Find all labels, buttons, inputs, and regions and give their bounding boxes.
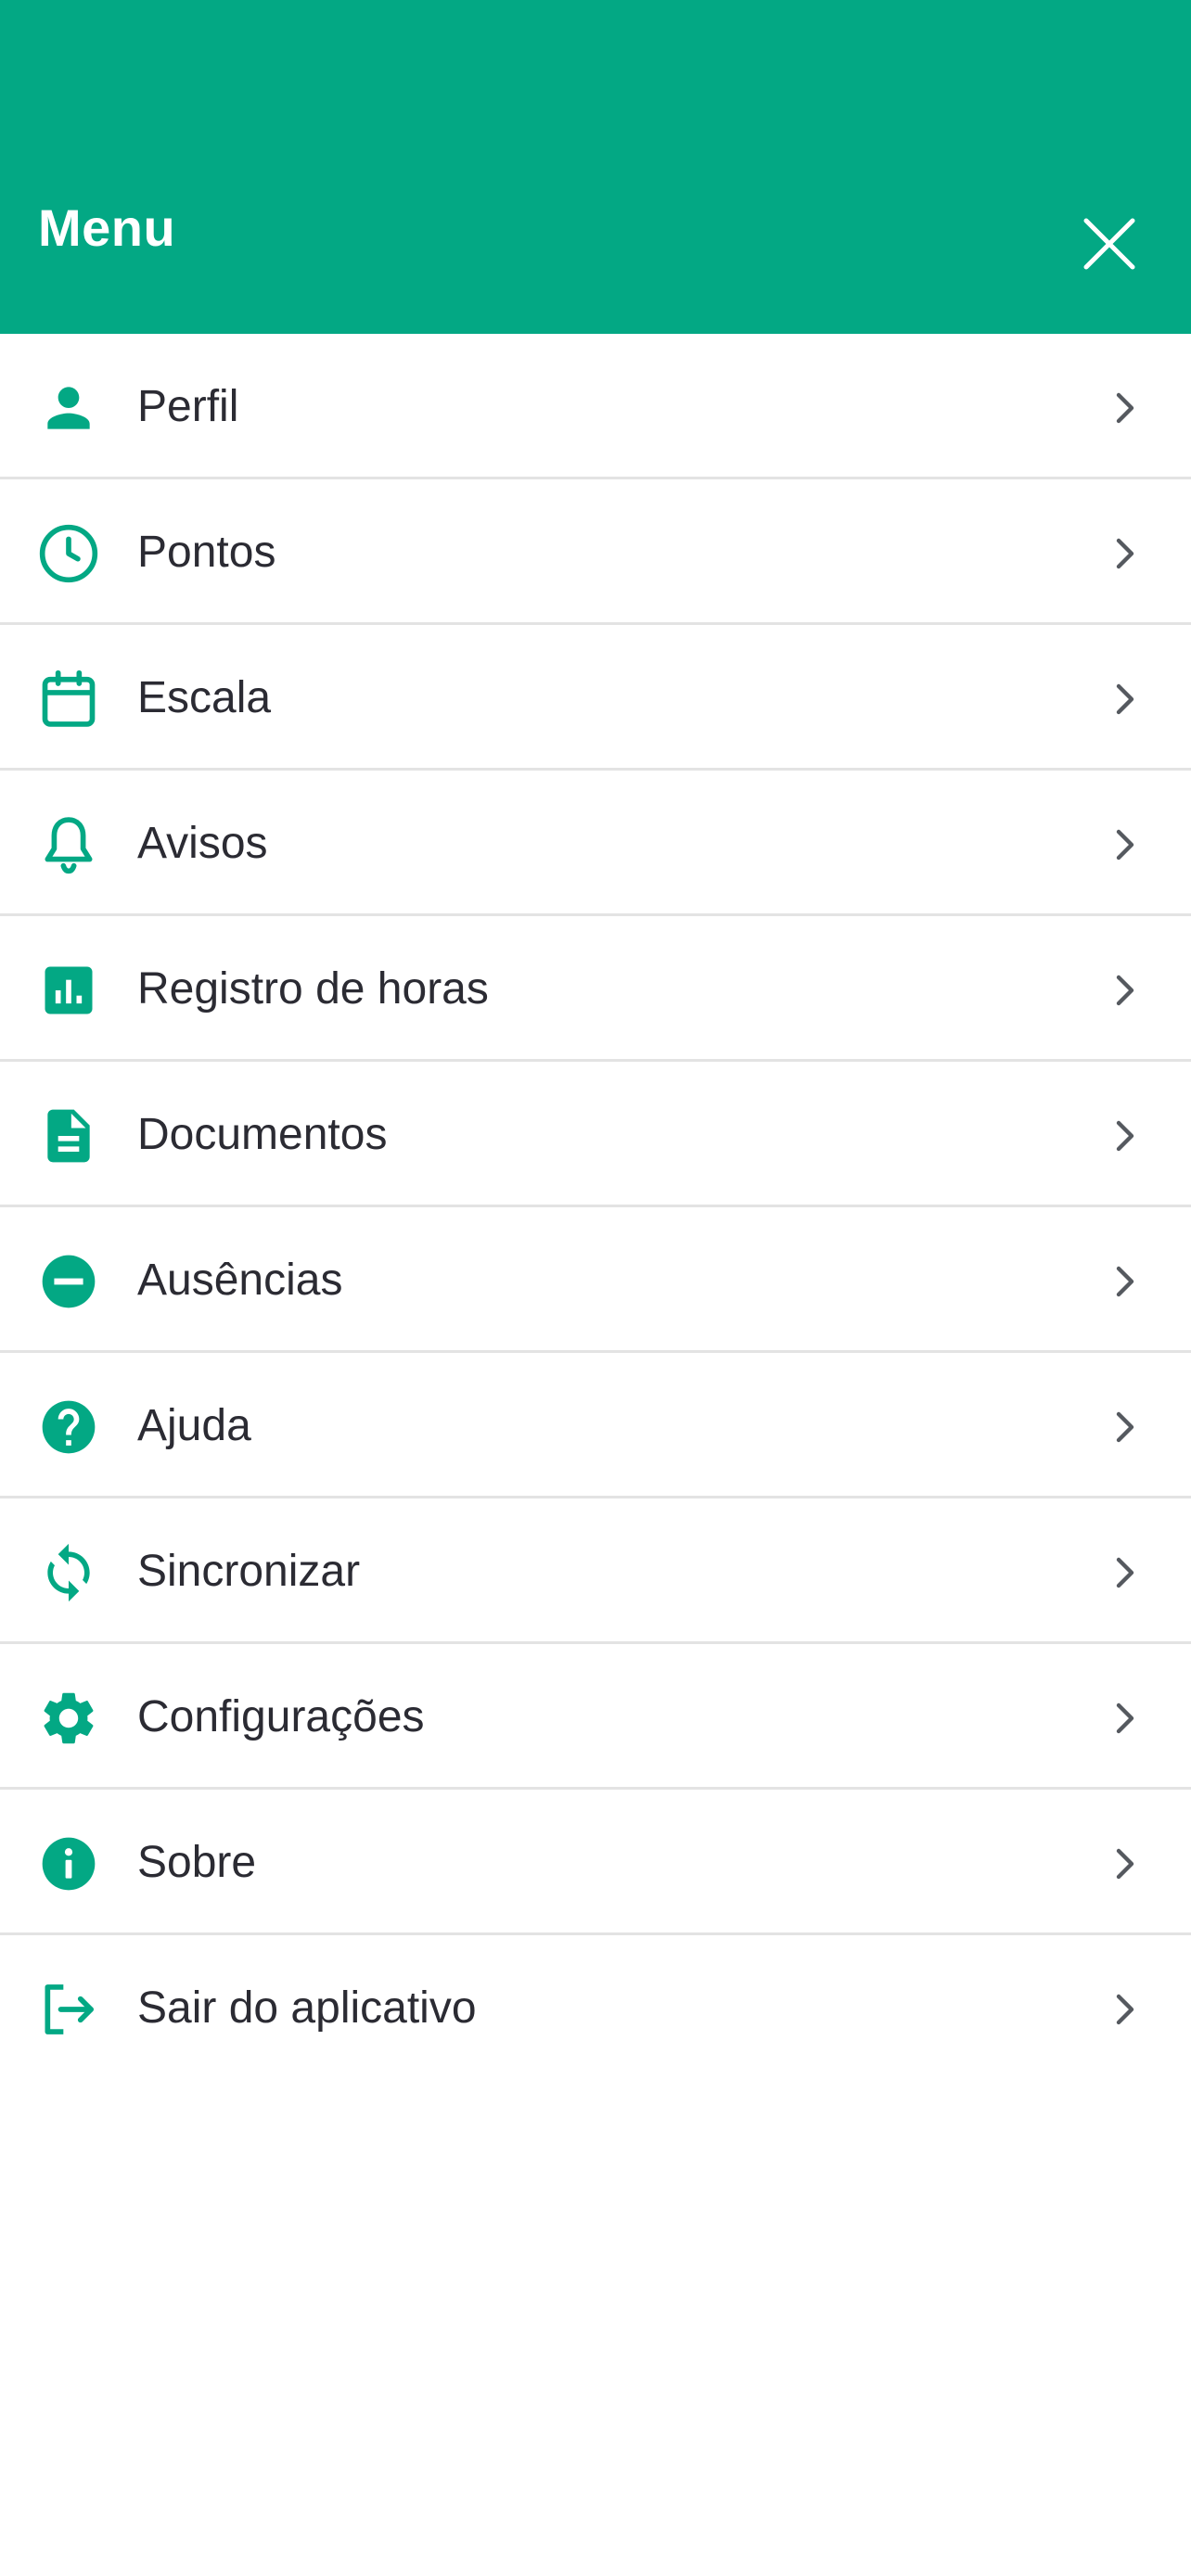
menu-item-configuracoes[interactable]: Configurações <box>0 1644 1191 1790</box>
menu-item-label: Documentos <box>137 1110 388 1159</box>
menu-item-escala[interactable]: Escala <box>0 625 1191 771</box>
menu-item-sincronizar[interactable]: Sincronizar <box>0 1498 1191 1644</box>
chevron-right-icon <box>1116 1120 1134 1152</box>
menu-item-label: Perfil <box>137 382 239 431</box>
menu-item-label: Sair do aplicativo <box>137 1983 477 2033</box>
chevron-right-icon <box>1116 683 1134 715</box>
menu-item-ausencias[interactable]: Ausências <box>0 1207 1191 1353</box>
gear-icon <box>44 1692 94 1744</box>
chevron-right-icon <box>1116 538 1134 569</box>
help-icon <box>42 1400 96 1454</box>
menu-item-label: Sobre <box>137 1838 257 1887</box>
app-header: Menu <box>0 0 1191 334</box>
document-icon <box>47 1109 90 1163</box>
menu-item-pontos[interactable]: Pontos <box>0 479 1191 625</box>
menu-item-ajuda[interactable]: Ajuda <box>0 1353 1191 1498</box>
menu-item-documentos[interactable]: Documentos <box>0 1062 1191 1207</box>
menu-item-label: Ausências <box>137 1256 343 1305</box>
menu-list: Perfil Pontos Escala Avisos Registro de … <box>0 334 1191 2078</box>
bell-icon <box>45 817 93 874</box>
menu-item-label: Configurações <box>137 1692 425 1741</box>
menu-item-label: Sincronizar <box>137 1547 361 1596</box>
menu-item-sair-do-aplicativo[interactable]: Sair do aplicativo <box>0 1935 1191 2078</box>
chevron-right-icon <box>1116 829 1134 861</box>
menu-item-label: Escala <box>137 673 272 722</box>
calendar-icon <box>42 670 96 727</box>
chevron-right-icon <box>1116 392 1134 424</box>
logout-icon <box>45 1984 94 2034</box>
chevron-right-icon <box>1116 975 1134 1006</box>
chevron-right-icon <box>1116 1557 1134 1588</box>
minus-circle-icon <box>42 1255 96 1308</box>
menu-item-sobre[interactable]: Sobre <box>0 1790 1191 1935</box>
chevron-right-icon <box>1116 1266 1134 1297</box>
clock-icon <box>39 524 98 583</box>
menu-item-perfil[interactable]: Perfil <box>0 334 1191 479</box>
close-icon <box>1083 218 1135 270</box>
chevron-right-icon <box>1116 1702 1134 1734</box>
menu-item-label: Ajuda <box>137 1401 251 1450</box>
menu-item-registro-de-horas[interactable]: Registro de horas <box>0 916 1191 1062</box>
page-title: Menu <box>38 198 176 257</box>
menu-item-label: Avisos <box>137 819 268 868</box>
menu-item-label: Registro de horas <box>137 964 489 1014</box>
chevron-right-icon <box>1116 1848 1134 1880</box>
person-icon <box>47 387 90 429</box>
bar-chart-icon <box>45 966 93 1014</box>
chevron-right-icon <box>1116 1411 1134 1443</box>
close-button[interactable] <box>1079 213 1140 274</box>
menu-item-label: Pontos <box>137 528 276 577</box>
info-icon <box>42 1837 96 1891</box>
sync-icon <box>47 1543 90 1602</box>
menu-item-avisos[interactable]: Avisos <box>0 771 1191 916</box>
chevron-right-icon <box>1116 1994 1134 2025</box>
